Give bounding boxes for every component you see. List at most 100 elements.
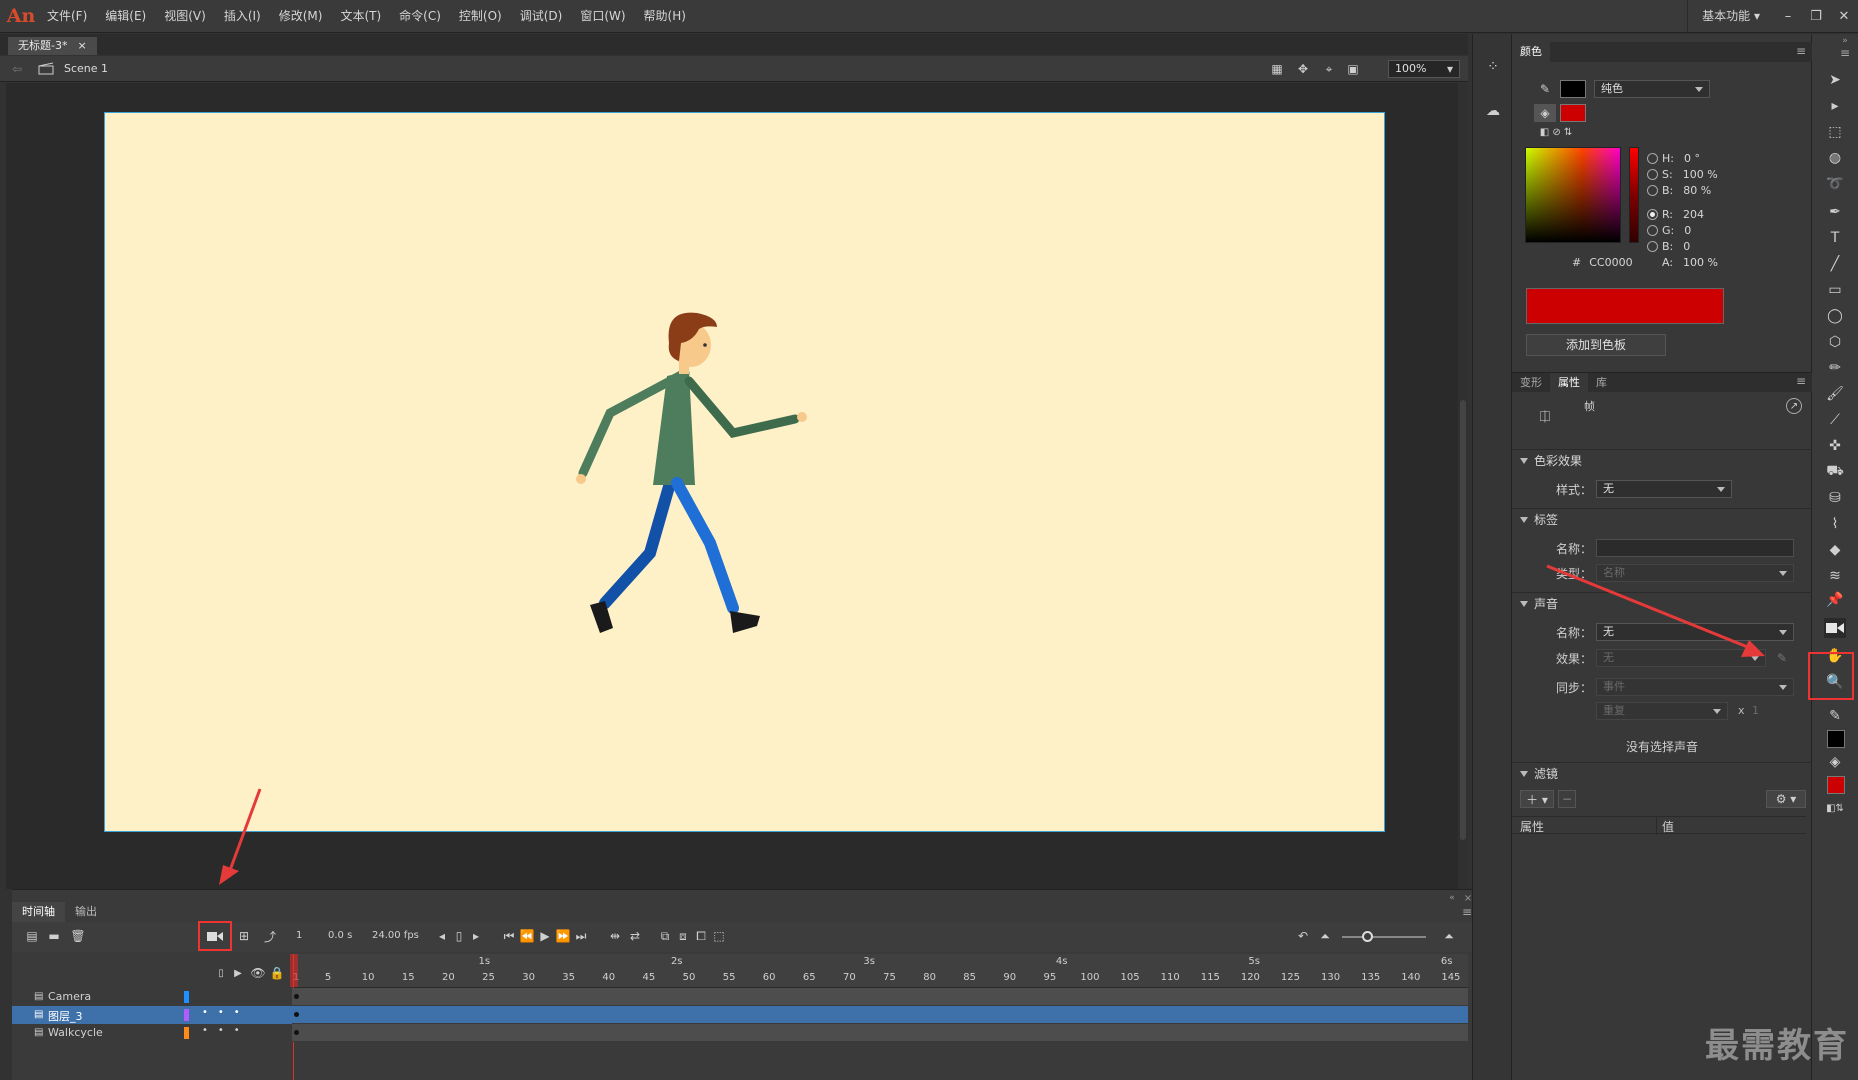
layer-row[interactable]: ▤ 图层_3 ••• xyxy=(12,1006,292,1024)
new-layer-icon[interactable]: ▤ xyxy=(24,928,40,944)
menu-item[interactable]: 文本(T) xyxy=(331,0,390,33)
menu-item[interactable]: 修改(M) xyxy=(270,0,332,33)
stroke-color-pencil-icon[interactable]: ✎ xyxy=(1824,706,1846,726)
stage[interactable] xyxy=(104,112,1385,832)
ink-bottle-tool-icon[interactable]: ⛁ xyxy=(1824,488,1846,508)
brush-tool-icon[interactable]: ⟋ xyxy=(1824,410,1846,430)
green-row[interactable]: G: 0 xyxy=(1647,224,1691,237)
frame-zoom-slider[interactable] xyxy=(1342,936,1426,938)
tab-transform[interactable]: 变形 xyxy=(1512,373,1550,392)
saturation-value[interactable]: 100 % xyxy=(1683,168,1718,181)
hue-row[interactable]: H: 0 ° xyxy=(1647,152,1700,165)
back-arrow-icon[interactable]: ⇦ xyxy=(10,62,24,76)
eyedropper-tool-icon[interactable]: ⌇ xyxy=(1824,514,1846,534)
color-effect-section[interactable]: 色彩效果 xyxy=(1512,449,1812,471)
brightness-row[interactable]: B: 80 % xyxy=(1647,184,1711,197)
remove-filter-button[interactable]: − xyxy=(1558,790,1576,808)
free-transform-tool-icon[interactable]: ⬚ xyxy=(1824,122,1846,142)
fill-color-bucket-icon[interactable]: ◈ xyxy=(1824,752,1846,772)
menu-item[interactable]: 文件(F) xyxy=(38,0,96,33)
center-stage-icon[interactable]: ⌖ xyxy=(1320,60,1338,78)
fill-bucket-icon[interactable]: ◈ xyxy=(1534,104,1556,122)
menu-item[interactable]: 调试(D) xyxy=(511,0,572,33)
layer-name[interactable]: Camera xyxy=(48,990,91,1003)
paint-brush-tool-icon[interactable]: 🖌 xyxy=(1824,384,1846,404)
zoom-out-frames-icon[interactable]: ⏶ xyxy=(1318,928,1332,944)
red-row[interactable]: R: 204 xyxy=(1647,208,1704,221)
width-tool-icon[interactable]: ≋ xyxy=(1824,566,1846,586)
menu-item[interactable]: 命令(C) xyxy=(390,0,450,33)
bone-tool-icon[interactable]: ✜ xyxy=(1824,436,1846,456)
hue-value[interactable]: 0 ° xyxy=(1684,152,1700,165)
green-value[interactable]: 0 xyxy=(1684,224,1691,237)
edit-sound-envelope-icon[interactable]: ✎ xyxy=(1774,649,1790,667)
layer-frame-track[interactable] xyxy=(292,988,1468,1006)
3d-rotation-tool-icon[interactable]: ◍ xyxy=(1824,148,1846,168)
next-keyframe-icon[interactable]: ▸ xyxy=(470,928,482,944)
paint-bucket-tool-icon[interactable]: ⛟ xyxy=(1824,462,1846,482)
loop-icon[interactable]: ⇹ xyxy=(608,928,622,944)
tools-fill-swatch[interactable] xyxy=(1827,776,1845,794)
tab-timeline[interactable]: 时间轴 xyxy=(12,902,65,922)
fill-type-dropdown[interactable]: 纯色 xyxy=(1594,80,1710,98)
menu-item[interactable]: 控制(O) xyxy=(450,0,511,33)
saturation-row[interactable]: S: 100 % xyxy=(1647,168,1718,181)
tab-library[interactable]: 库 xyxy=(1588,373,1615,392)
layer-color-tag[interactable] xyxy=(184,1009,189,1021)
style-dropdown[interactable]: 无 xyxy=(1596,480,1732,498)
brightness-value[interactable]: 80 % xyxy=(1683,184,1711,197)
hex-row[interactable]: # CC0000 xyxy=(1572,256,1633,269)
label-name-input[interactable] xyxy=(1596,539,1794,557)
graph-editor-icon[interactable]: ⤴ xyxy=(262,928,278,944)
edit-scene-icon[interactable]: ▦ xyxy=(1268,60,1286,78)
stroke-pencil-icon[interactable]: ✎ xyxy=(1534,80,1556,98)
collapse-panel-icon[interactable]: « xyxy=(1446,892,1458,904)
center-frame-icon[interactable]: ⇄ xyxy=(628,928,642,944)
swap-colors-icon[interactable]: ◧⇅ xyxy=(1824,798,1846,818)
frame-rate[interactable]: 24.00 fps xyxy=(372,930,419,941)
camera-tool-icon[interactable] xyxy=(1824,618,1846,638)
close-button[interactable]: ✕ xyxy=(1830,0,1858,33)
motion-presets-icon[interactable]: ⁘ xyxy=(1482,56,1504,78)
blue-row[interactable]: B: 0 xyxy=(1647,240,1690,253)
menu-item[interactable]: 编辑(E) xyxy=(96,0,155,33)
show-hide-all-icon[interactable]: 👁 xyxy=(250,966,266,980)
current-time[interactable]: 0.0 s xyxy=(328,930,352,941)
go-last-frame-icon[interactable]: ⏭ xyxy=(574,928,588,944)
layer-row[interactable]: ▤ Walkcycle ••• xyxy=(12,1024,292,1042)
menu-item[interactable]: 帮助(H) xyxy=(635,0,695,33)
red-value[interactable]: 204 xyxy=(1683,208,1704,221)
workspace-switcher[interactable]: 基本功能 ▾ xyxy=(1687,0,1774,33)
onion-skin-icon[interactable]: ⧉ xyxy=(658,928,672,944)
repeat-count[interactable]: 1 xyxy=(1752,704,1759,717)
step-back-icon[interactable]: ⏪ xyxy=(520,928,535,944)
alpha-value[interactable]: 100 % xyxy=(1683,256,1718,269)
color-field-picker[interactable] xyxy=(1525,147,1621,243)
frame-zoom-slider-thumb[interactable] xyxy=(1362,931,1373,942)
eraser-tool-icon[interactable]: ◆ xyxy=(1824,540,1846,560)
cc-libraries-icon[interactable]: ☁ xyxy=(1482,100,1504,122)
fill-color-swatch[interactable] xyxy=(1560,104,1586,122)
filter-options-gear-icon[interactable]: ⚙ ▾ xyxy=(1766,790,1806,808)
hex-value[interactable]: CC0000 xyxy=(1589,256,1632,269)
go-first-frame-icon[interactable]: ⏮ xyxy=(502,928,516,944)
text-tool-icon[interactable]: T xyxy=(1824,228,1846,248)
selection-tool-icon[interactable]: ➤ xyxy=(1824,70,1846,90)
expand-tools-icon[interactable]: » xyxy=(1838,36,1852,46)
close-tab-icon[interactable]: × xyxy=(77,37,86,55)
keyframe-dot[interactable] xyxy=(294,994,299,999)
color-panel-menu-icon[interactable]: ≡ xyxy=(1794,44,1808,58)
modify-markers-icon[interactable]: ⬚ xyxy=(712,928,726,944)
restore-button[interactable]: ❐ xyxy=(1802,0,1830,33)
tab-color[interactable]: 颜色 xyxy=(1512,42,1550,62)
step-forward-icon[interactable]: ⏩ xyxy=(556,928,571,944)
layer-parenting-icon[interactable]: ⊞ xyxy=(236,928,252,944)
edit-multiple-frames-icon[interactable]: ⧠ xyxy=(694,928,708,944)
asset-warp-tool-icon[interactable]: 📌 xyxy=(1824,590,1846,610)
oval-tool-icon[interactable]: ◯ xyxy=(1824,306,1846,326)
layer-name[interactable]: Walkcycle xyxy=(48,1026,103,1039)
tab-output[interactable]: 输出 xyxy=(65,902,107,922)
tools-menu-icon[interactable]: ≡ xyxy=(1838,46,1852,60)
pencil-tool-icon[interactable]: ✏ xyxy=(1824,358,1846,378)
attach-camera-icon[interactable]: ▶ xyxy=(230,966,246,980)
